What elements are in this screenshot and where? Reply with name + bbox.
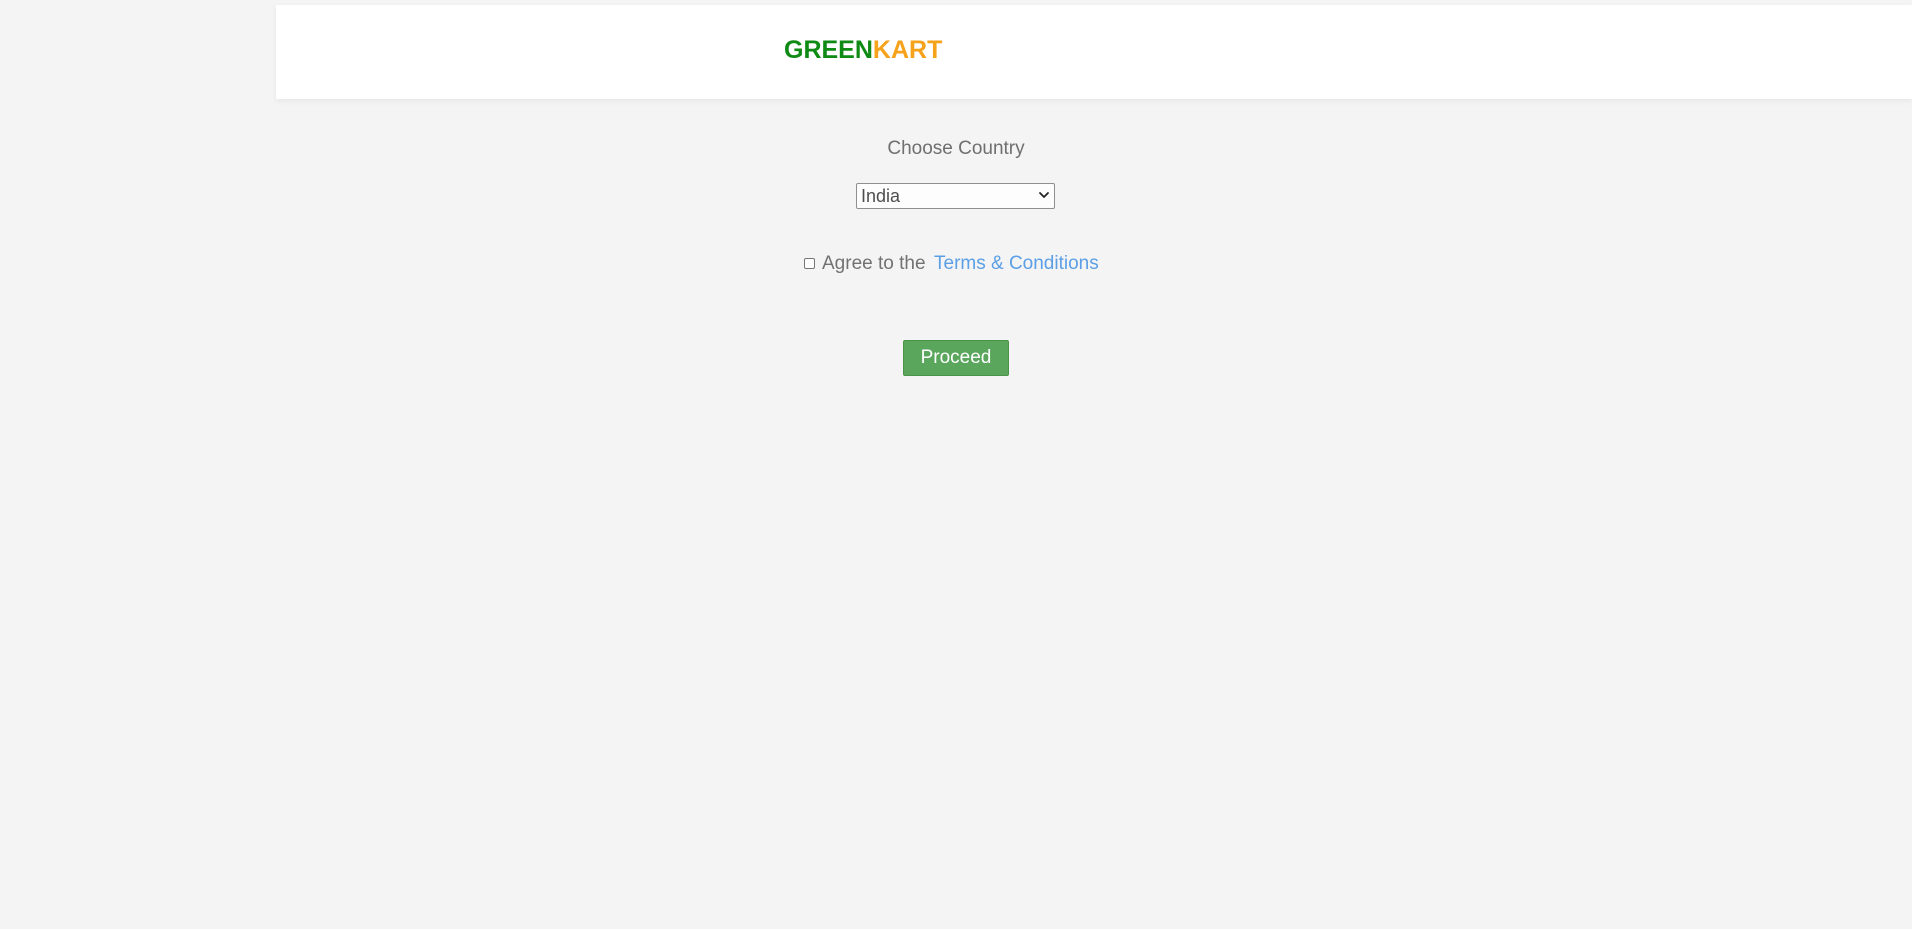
terms-conditions-link[interactable]: Terms & Conditions xyxy=(934,252,1099,276)
agree-text: Agree to the xyxy=(822,253,926,274)
chevron-down-icon xyxy=(1038,188,1050,202)
choose-country-label: Choose Country xyxy=(887,138,1025,159)
proceed-button[interactable]: Proceed xyxy=(903,340,1009,376)
logo-orange-text: KART xyxy=(872,36,943,64)
country-select[interactable]: India xyxy=(856,183,1055,209)
greenkart-logo: GREENKART xyxy=(784,38,942,63)
page: GREENKART Choose Country India Agree to … xyxy=(0,0,1912,929)
header-bar: GREENKART xyxy=(276,5,1912,99)
logo-green-text: GREEN xyxy=(784,36,873,64)
country-select-value: India xyxy=(861,186,901,206)
terms-checkbox[interactable] xyxy=(804,258,815,269)
